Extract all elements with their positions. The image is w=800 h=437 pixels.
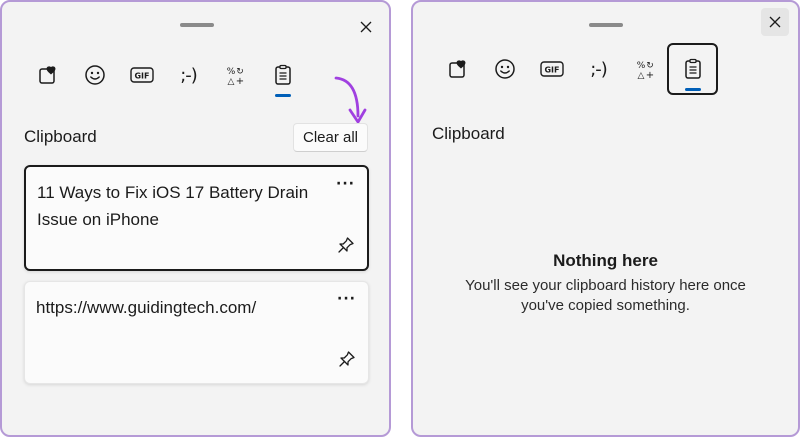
tab-symbols[interactable]: % ↻ △ +	[622, 47, 669, 91]
clipboard-item-text: https://www.guidingtech.com/	[36, 298, 257, 317]
heart-card-icon	[38, 66, 55, 84]
tab-kaomoji-favorites[interactable]	[434, 47, 481, 91]
svg-text:%: %	[636, 61, 645, 71]
empty-state-description: You'll see your clipboard history here o…	[433, 276, 778, 316]
emoji-panel-empty-clipboard: GIF ;-) % ↻ △ + Clipboard Nothing here Y…	[411, 0, 800, 437]
empty-state-title: Nothing here	[553, 251, 658, 270]
kaomoji-icon: ;-)	[180, 64, 198, 86]
tab-symbols[interactable]: % ↻ △ +	[212, 53, 259, 97]
more-options-button[interactable]: ···	[337, 292, 356, 306]
tab-gif[interactable]: GIF	[528, 47, 575, 91]
clipboard-item[interactable]: https://www.guidingtech.com/ ···	[24, 281, 369, 384]
tab-emoji[interactable]	[481, 47, 528, 91]
smiley-icon	[494, 59, 515, 79]
tab-kaomoji-favorites[interactable]	[24, 53, 71, 97]
emoji-panel-with-history: GIF ;-) % ↻ △ + Clipboard Clear all 11 W…	[0, 0, 391, 437]
section-title: Clipboard	[432, 124, 505, 143]
svg-text:△: △	[227, 77, 234, 86]
svg-text:+: +	[235, 76, 243, 86]
svg-text:+: +	[645, 70, 653, 80]
tab-clipboard[interactable]	[667, 43, 718, 95]
pin-button[interactable]	[338, 350, 356, 372]
gif-label: GIF	[544, 66, 559, 75]
clipboard-icon	[274, 64, 291, 85]
svg-text:%: %	[226, 67, 235, 77]
pin-icon	[339, 351, 355, 367]
section-title: Clipboard	[24, 127, 97, 146]
close-icon	[360, 21, 372, 33]
more-options-button[interactable]: ···	[336, 177, 355, 191]
clipboard-icon	[684, 58, 701, 79]
tab-kaomoji[interactable]: ;-)	[575, 47, 622, 91]
tab-emoji[interactable]	[71, 53, 118, 97]
symbols-icon: % ↻ △ +	[226, 67, 243, 86]
drag-handle[interactable]	[589, 23, 623, 27]
kaomoji-icon: ;-)	[590, 58, 608, 80]
gif-icon: GIF	[539, 61, 564, 77]
smiley-icon	[84, 65, 105, 85]
clear-all-button[interactable]: Clear all	[293, 123, 368, 152]
category-tabs: GIF ;-) % ↻ △ +	[434, 43, 718, 95]
heart-card-icon	[448, 60, 465, 78]
svg-text:△: △	[637, 71, 644, 80]
close-button[interactable]	[761, 8, 789, 36]
symbols-icon: % ↻ △ +	[636, 61, 653, 80]
gif-icon: GIF	[129, 67, 154, 83]
gif-label: GIF	[134, 72, 149, 81]
tab-gif[interactable]: GIF	[118, 53, 165, 97]
clipboard-item-text: 11 Ways to Fix iOS 17 Battery Drain Issu…	[37, 183, 309, 229]
drag-handle[interactable]	[180, 23, 214, 27]
tab-kaomoji[interactable]: ;-)	[165, 53, 212, 97]
active-tab-indicator	[274, 94, 291, 97]
tab-clipboard[interactable]	[259, 53, 306, 97]
active-tab-indicator	[684, 88, 701, 91]
empty-state-line: you've copied something.	[521, 297, 690, 314]
category-tabs: GIF ;-) % ↻ △ +	[24, 53, 306, 97]
empty-state-line: You'll see your clipboard history here o…	[465, 277, 746, 294]
close-button[interactable]	[352, 13, 380, 41]
close-icon	[769, 16, 781, 28]
pin-icon	[338, 237, 354, 253]
pin-button[interactable]	[337, 236, 355, 258]
clipboard-item[interactable]: 11 Ways to Fix iOS 17 Battery Drain Issu…	[24, 165, 369, 271]
